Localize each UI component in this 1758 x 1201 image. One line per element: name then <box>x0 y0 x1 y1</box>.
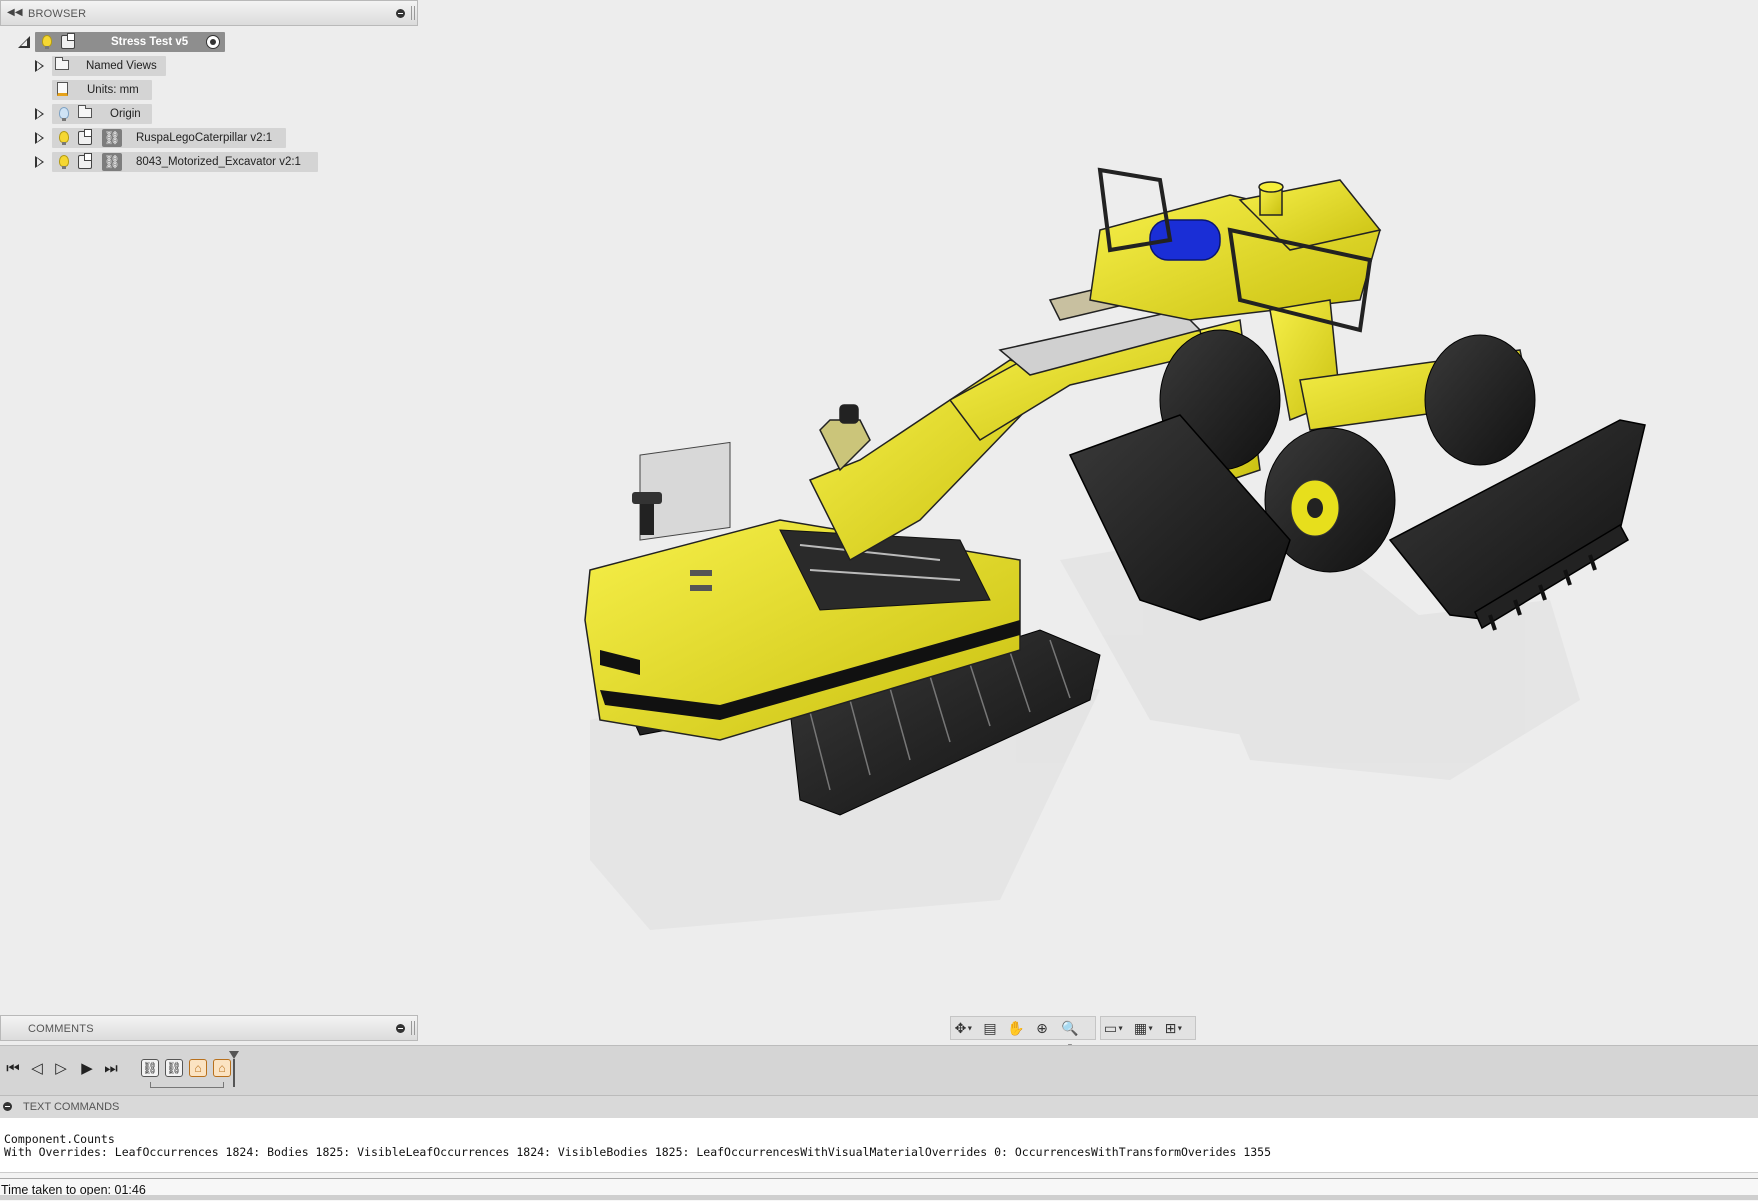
browser-item-caterpillar[interactable]: ⛓ RuspaLegoCaterpillar v2:1 <box>35 128 295 148</box>
caterpillar-label: RuspaLegoCaterpillar v2:1 <box>136 132 273 144</box>
go-to-end-icon[interactable]: ⏭ <box>100 1058 122 1080</box>
orbit-icon[interactable]: ✥▼ <box>953 1019 975 1037</box>
pan-icon[interactable]: ✋ <box>1005 1019 1027 1037</box>
collapse-panel-icon[interactable]: ◀◀ <box>7 7 23 18</box>
visibility-bulb-icon[interactable] <box>59 107 69 121</box>
panel-grip-icon[interactable] <box>411 6 415 20</box>
go-to-start-icon[interactable]: ⏮ <box>2 1058 24 1080</box>
units-label: Units: mm <box>87 84 139 96</box>
zoom-icon[interactable]: 🔍▼ <box>1059 1019 1081 1050</box>
units-document-icon <box>57 82 68 96</box>
timeline-group-bracket <box>150 1082 224 1088</box>
zoom-window-icon[interactable]: ⊕ <box>1031 1019 1053 1037</box>
folder-icon <box>78 105 92 118</box>
expand-triangle-icon[interactable] <box>35 108 44 120</box>
viewports-icon[interactable]: ⊞▼ <box>1163 1019 1185 1037</box>
display-settings-icon[interactable]: ▭▼ <box>1103 1019 1125 1037</box>
units-node-box[interactable]: Units: mm <box>52 80 152 100</box>
minimize-icon[interactable] <box>3 1102 12 1111</box>
add-comment-icon[interactable] <box>396 1024 405 1033</box>
panel-grip-icon[interactable] <box>411 1021 415 1035</box>
caterpillar-node-box[interactable]: ⛓ RuspaLegoCaterpillar v2:1 <box>52 128 286 148</box>
expand-triangle-icon[interactable] <box>35 60 44 72</box>
browser-item-excavator[interactable]: ⛓ 8043_Motorized_Excavator v2:1 <box>35 152 335 172</box>
timeline: ⏮ ◁ ▷ ▶ ⏭ ⛓ ⛓ ⌂ ⌂ <box>0 1045 1758 1096</box>
play-reverse-icon[interactable]: ▷ <box>50 1058 72 1080</box>
text-commands-title: TEXT COMMANDS <box>23 1101 120 1113</box>
grid-icon[interactable]: ▦▼ <box>1133 1019 1155 1037</box>
component-icon <box>78 129 92 145</box>
play-icon[interactable]: ▶ <box>76 1058 98 1080</box>
output-line: Component.Counts <box>4 1132 115 1146</box>
link-feature-icon[interactable]: ⛓ <box>165 1059 183 1077</box>
browser-header: ◀◀ BROWSER <box>0 0 418 26</box>
expand-triangle-icon[interactable] <box>35 156 44 168</box>
named-views-label: Named Views <box>86 60 157 72</box>
navigation-bar: ✥▼ ▤ ✋ ⊕ 🔍▼ ▭▼ ▦▼ ⊞▼ <box>950 1016 1196 1050</box>
browser-item-named-views[interactable]: Named Views <box>35 56 215 76</box>
nav-group-view: ✥▼ ▤ ✋ ⊕ 🔍▼ <box>950 1016 1096 1050</box>
step-back-icon[interactable]: ◁ <box>26 1058 48 1080</box>
minimize-icon[interactable] <box>396 9 405 18</box>
expand-triangle-icon[interactable] <box>18 36 30 48</box>
visibility-bulb-icon[interactable] <box>42 35 52 49</box>
origin-label: Origin <box>110 108 141 120</box>
excavator-label: 8043_Motorized_Excavator v2:1 <box>136 156 301 168</box>
browser-root-node[interactable]: Stress Test v5 <box>18 32 225 52</box>
browser-title: BROWSER <box>28 8 87 20</box>
named-views-node-box[interactable]: Named Views <box>52 56 166 76</box>
component-icon <box>78 153 92 169</box>
component-icon <box>61 33 75 49</box>
look-at-icon[interactable]: ▤ <box>979 1019 1001 1037</box>
output-line: With Overrides: LeafOccurrences 1824: Bo… <box>4 1145 1272 1159</box>
visibility-bulb-icon[interactable] <box>59 131 69 145</box>
browser-item-origin[interactable]: Origin <box>35 104 215 124</box>
root-node-box[interactable]: Stress Test v5 <box>35 32 225 52</box>
text-commands-header[interactable]: TEXT COMMANDS <box>0 1095 1758 1119</box>
nav-group-display: ▭▼ ▦▼ ⊞▼ <box>1100 1016 1196 1040</box>
active-component-icon[interactable] <box>206 35 220 49</box>
text-commands-output: Component.Counts With Overrides: LeafOcc… <box>0 1118 1758 1172</box>
browser-item-units[interactable]: Units: mm <box>52 80 172 100</box>
comments-title: COMMENTS <box>28 1023 94 1035</box>
expand-triangle-icon[interactable] <box>35 132 44 144</box>
link-icon: ⛓ <box>102 153 122 171</box>
timeline-marker[interactable] <box>229 1051 239 1087</box>
joint-feature-icon[interactable]: ⌂ <box>189 1059 207 1077</box>
visibility-bulb-icon[interactable] <box>59 155 69 169</box>
link-icon: ⛓ <box>102 129 122 147</box>
comments-header[interactable]: COMMENTS <box>0 1015 418 1041</box>
folder-icon <box>55 57 69 70</box>
origin-node-box[interactable]: Origin <box>52 104 152 124</box>
link-feature-icon[interactable]: ⛓ <box>141 1059 159 1077</box>
status-bottom-border <box>0 1195 1758 1200</box>
root-node-label: Stress Test v5 <box>111 36 189 48</box>
excavator-node-box[interactable]: ⛓ 8043_Motorized_Excavator v2:1 <box>52 152 318 172</box>
